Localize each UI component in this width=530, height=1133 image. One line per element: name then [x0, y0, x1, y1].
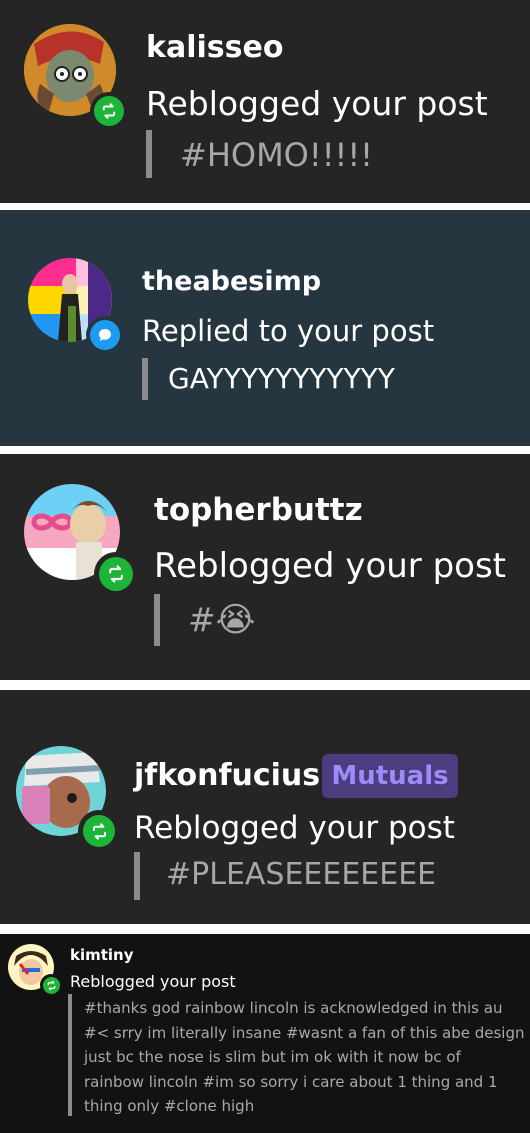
notification-card[interactable]: topherbuttz Reblogged your post #😭 — [0, 454, 530, 680]
reblog-icon — [78, 810, 120, 852]
crying-emoji: 😭 — [215, 600, 256, 640]
post-excerpt[interactable]: #PLEASEEEEEEEE — [166, 857, 436, 892]
reblog-icon — [90, 92, 128, 130]
username[interactable]: topherbuttz — [154, 492, 363, 528]
username[interactable]: kalisseo — [146, 30, 283, 65]
action-text: Reblogged your post — [134, 810, 455, 846]
quote-bar — [154, 594, 160, 646]
notification-card[interactable]: kalisseo Reblogged your post #HOMO!!!!! — [0, 0, 530, 203]
reply-icon — [86, 316, 124, 354]
action-text: Reblogged your post — [70, 972, 236, 991]
mutuals-badge: Mutuals — [322, 754, 458, 798]
post-excerpt[interactable]: #HOMO!!!!! — [180, 136, 373, 174]
post-excerpt-line: thing only #clone high — [84, 1097, 255, 1115]
reblog-icon — [94, 552, 138, 596]
post-excerpt[interactable]: #😭 — [188, 600, 255, 640]
quote-bar — [142, 358, 148, 400]
username[interactable]: kimtiny — [70, 946, 134, 964]
notification-card[interactable]: kimtiny Reblogged your post #thanks god … — [0, 934, 530, 1133]
post-excerpt-line: #thanks god rainbow lincoln is acknowled… — [84, 999, 503, 1017]
quote-bar — [134, 852, 140, 900]
post-excerpt[interactable]: #thanks god rainbow lincoln is acknowled… — [84, 996, 525, 1119]
action-text: Reblogged your post — [154, 546, 507, 586]
notification-card[interactable]: jfkonfucius Mutuals Reblogged your post … — [0, 690, 530, 924]
post-excerpt[interactable]: GAYYYYYYYYYYY — [168, 362, 395, 395]
notification-card[interactable]: theabesimp Replied to your post GAYYYYYY… — [0, 210, 530, 446]
post-excerpt-line: rainbow lincoln #im so sorry i care abou… — [84, 1072, 498, 1091]
post-excerpt-line: just bc the nose is slim but im ok with … — [84, 1048, 461, 1066]
username[interactable]: jfkonfucius — [134, 758, 320, 793]
quote-bar — [146, 130, 152, 178]
post-excerpt-line: #< srry im literally insane #wasnt a fan… — [84, 1023, 525, 1042]
action-text: Reblogged your post — [146, 84, 488, 123]
quote-bar — [68, 994, 72, 1116]
reblog-icon — [40, 974, 62, 996]
username[interactable]: theabesimp — [142, 266, 321, 297]
hashtag-symbol: # — [188, 600, 216, 639]
action-text: Replied to your post — [142, 314, 435, 348]
